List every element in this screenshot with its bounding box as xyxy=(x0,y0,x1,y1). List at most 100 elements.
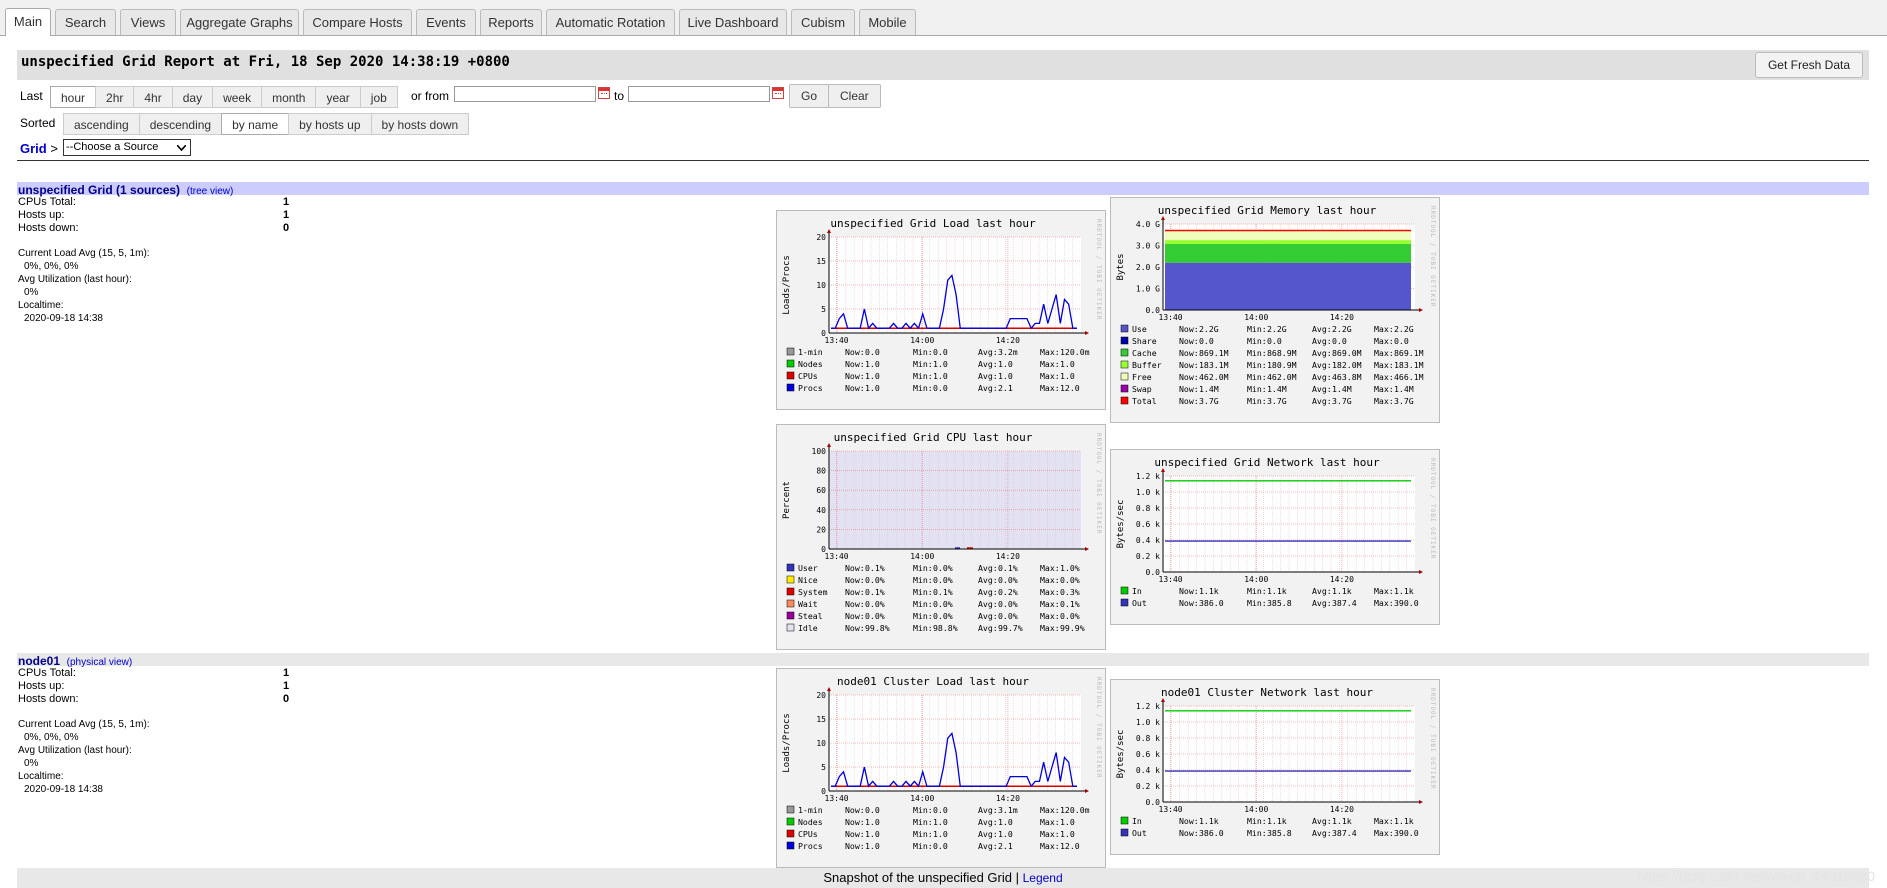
to-calendar-icon[interactable] xyxy=(772,87,784,99)
rrdtool-credit: RRDTOOL / TOBI OETIKER xyxy=(1429,688,1436,790)
legend-now-value: 462.0M xyxy=(1199,372,1229,382)
tab-main[interactable]: Main xyxy=(5,8,51,36)
legend-max-value: 12.0 xyxy=(1060,383,1080,393)
sort-by-hosts-up-button[interactable]: by hosts up xyxy=(288,113,372,135)
range-hour-button[interactable]: hour xyxy=(50,86,97,108)
x-tick-label: 13:40 xyxy=(1159,575,1183,584)
from-calendar-icon[interactable] xyxy=(598,87,610,99)
range-2hr-button[interactable]: 2hr xyxy=(95,86,135,108)
legend-swatch xyxy=(1120,348,1129,357)
legend-now-value: 1.0 xyxy=(865,817,880,827)
grid-memory-graph[interactable]: unspecified Grid Memory last hour Bytes 13… xyxy=(1110,197,1440,423)
sort-by-hosts-down-button[interactable]: by hosts down xyxy=(370,113,470,135)
legend-label: Procs xyxy=(798,841,823,851)
legend-min-label: Min: xyxy=(1247,396,1267,406)
grid-load-graph[interactable]: unspecified Grid Load last hour Loads/Pro… xyxy=(776,210,1106,410)
range-4hr-button[interactable]: 4hr xyxy=(133,86,173,108)
y-tick-label: 5 xyxy=(821,763,826,772)
clear-button[interactable]: Clear xyxy=(828,84,881,108)
node-network-graph[interactable]: node01 Cluster Network last hour Bytes/se… xyxy=(1110,679,1440,855)
cluster-name[interactable]: unspecified Grid (1 sources) xyxy=(18,183,180,197)
grid-link[interactable]: Grid xyxy=(20,141,47,156)
range-job-button[interactable]: job xyxy=(359,86,398,108)
source-select[interactable]: --Choose a Source xyxy=(63,139,191,156)
legend-avg-value: 0.0% xyxy=(998,575,1018,585)
grid-network-graph[interactable]: unspecified Grid Network last hour Bytes/… xyxy=(1110,449,1440,625)
legend-label: 1-min xyxy=(798,805,823,815)
legend-avg-label: Avg: xyxy=(1312,396,1332,406)
legend-min-value: 1.1k xyxy=(1267,586,1287,596)
legend-min-label: Min: xyxy=(913,623,933,633)
y-tick-label: 15 xyxy=(816,715,826,724)
legend-max-value: 1.0 xyxy=(1060,359,1075,369)
node-network-svg: node01 Cluster Network last hour Bytes/se… xyxy=(1116,686,1423,838)
go-button[interactable]: Go xyxy=(789,84,830,108)
tab-mobile[interactable]: Mobile xyxy=(859,9,916,35)
cpus-total-label: CPUs Total: xyxy=(18,667,76,679)
tab-live-dashboard[interactable]: Live Dashboard xyxy=(679,9,787,35)
legend-max-label: Max: xyxy=(1040,563,1060,573)
chart-title: unspecified Grid Load last hour xyxy=(830,217,1036,230)
tab-reports[interactable]: Reports xyxy=(480,9,542,35)
y-tick-label: 1.0 k xyxy=(1136,718,1160,727)
tab-automatic-rotation[interactable]: Automatic Rotation xyxy=(546,9,675,35)
get-fresh-data-button[interactable]: Get Fresh Data xyxy=(1754,52,1863,78)
legend-avg-value: 3.2m xyxy=(998,347,1018,357)
range-day-button[interactable]: day xyxy=(171,86,214,108)
legend-swatch xyxy=(786,611,795,620)
sort-ascending-button[interactable]: ascending xyxy=(63,113,140,135)
legend-min-label: Min: xyxy=(1247,828,1267,838)
tab-compare-hosts[interactable]: Compare Hosts xyxy=(303,9,412,35)
legend-swatch xyxy=(1120,324,1129,333)
x-tick-label: 14:20 xyxy=(1330,805,1354,814)
tab-views[interactable]: Views xyxy=(120,9,176,35)
from-date-input[interactable] xyxy=(454,86,596,102)
legend-swatch xyxy=(786,599,795,608)
legend-now-label: Now: xyxy=(845,563,865,573)
node-load-graph[interactable]: node01 Cluster Load last hour Loads/Procs… xyxy=(776,668,1106,868)
tab-aggregate-graphs[interactable]: Aggregate Graphs xyxy=(180,9,299,35)
legend-avg-label: Avg: xyxy=(1312,360,1332,370)
legend-now-value: 1.0 xyxy=(865,841,880,851)
hosts-down-value: 0 xyxy=(283,222,290,234)
legend-min-label: Min: xyxy=(913,599,933,609)
tab-cubism[interactable]: Cubism xyxy=(791,9,855,35)
legend-min-label: Min: xyxy=(1247,348,1267,358)
legend-max-value: 1.4M xyxy=(1394,384,1414,394)
hosts-up-label: Hosts up: xyxy=(18,680,65,692)
range-month-button[interactable]: month xyxy=(261,86,317,108)
tree-view-link[interactable]: (tree view) xyxy=(187,186,234,197)
sort-descending-button[interactable]: descending xyxy=(138,113,223,135)
range-week-button[interactable]: week xyxy=(212,86,263,108)
grid-cpu-graph[interactable]: unspecified Grid CPU last hour Percent 13:… xyxy=(776,424,1106,650)
tab-events[interactable]: Events xyxy=(416,9,476,35)
rrdtool-credit: RRDTOOL / TOBI OETIKER xyxy=(1095,677,1102,779)
legend-avg-label: Avg: xyxy=(978,347,998,357)
legend-avg-value: 1.1k xyxy=(1332,586,1352,596)
legend-now-value: 1.0 xyxy=(865,359,880,369)
memory-cache-area xyxy=(1165,244,1411,263)
memory-use-area xyxy=(1165,262,1411,310)
legend-min-label: Min: xyxy=(913,611,933,621)
cluster-name[interactable]: node01 xyxy=(18,654,60,668)
x-axis-arrow xyxy=(1419,800,1423,804)
legend-min-value: 98.8% xyxy=(933,623,958,633)
to-date-input[interactable] xyxy=(628,86,770,102)
legend-now-value: 869.1M xyxy=(1199,348,1229,358)
legend-avg-value: 387.4 xyxy=(1332,598,1357,608)
breadcrumb: Grid > xyxy=(20,141,58,156)
legend-link[interactable]: Legend xyxy=(1023,871,1063,885)
sort-by-name-button[interactable]: by name xyxy=(221,113,290,135)
legend-label: User xyxy=(798,563,818,573)
legend-max-value: 0.0 xyxy=(1394,336,1409,346)
tab-search[interactable]: Search xyxy=(55,9,116,35)
legend-max-label: Max: xyxy=(1374,348,1394,358)
legend-max-label: Max: xyxy=(1040,371,1060,381)
legend-min-value: 385.8 xyxy=(1267,598,1292,608)
legend-swatch xyxy=(786,805,795,814)
legend-min-label: Min: xyxy=(913,563,933,573)
legend-min-label: Min: xyxy=(913,841,933,851)
range-year-button[interactable]: year xyxy=(315,86,361,108)
physical-view-link[interactable]: (physical view) xyxy=(67,657,133,668)
y-axis-label: Bytes/sec xyxy=(1116,500,1126,549)
